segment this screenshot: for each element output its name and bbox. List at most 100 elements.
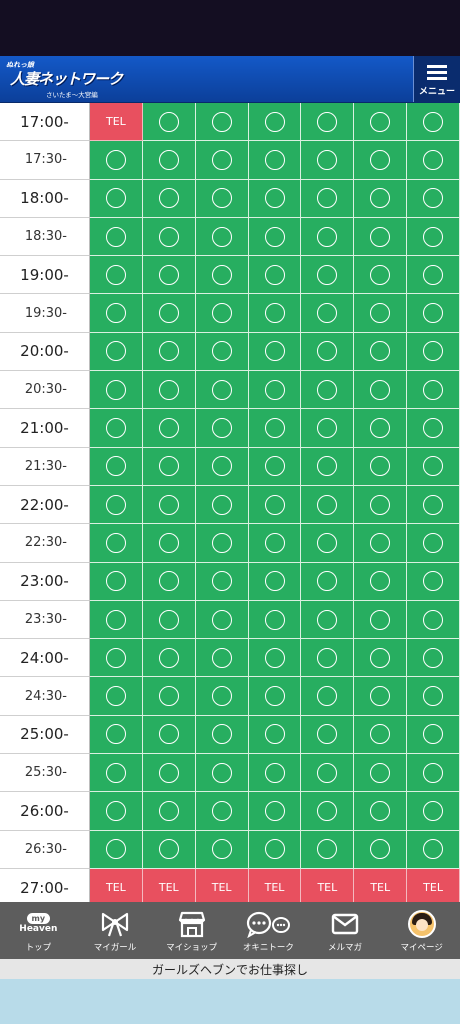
available-slot[interactable] bbox=[90, 639, 143, 678]
available-slot[interactable] bbox=[301, 677, 355, 716]
available-slot[interactable] bbox=[142, 447, 196, 486]
available-slot[interactable] bbox=[301, 409, 355, 448]
available-slot[interactable] bbox=[301, 447, 355, 486]
available-slot[interactable] bbox=[301, 562, 355, 601]
available-slot[interactable] bbox=[142, 524, 196, 563]
available-slot[interactable] bbox=[354, 103, 408, 142]
available-slot[interactable] bbox=[248, 409, 302, 448]
available-slot[interactable] bbox=[407, 141, 460, 180]
available-slot[interactable] bbox=[90, 677, 143, 716]
available-slot[interactable] bbox=[90, 371, 143, 410]
nav-okini-talk[interactable]: オキニトーク bbox=[230, 902, 307, 959]
available-slot[interactable] bbox=[354, 332, 408, 372]
available-slot[interactable] bbox=[142, 792, 196, 831]
site-logo[interactable]: ぬれっ娘 人妻ネットワーク さいたま～大宮編 bbox=[6, 60, 123, 100]
available-slot[interactable] bbox=[142, 677, 196, 716]
available-slot[interactable] bbox=[195, 639, 249, 678]
available-slot[interactable] bbox=[407, 524, 460, 563]
available-slot[interactable] bbox=[354, 562, 408, 601]
available-slot[interactable] bbox=[195, 754, 249, 793]
available-slot[interactable] bbox=[195, 524, 249, 563]
available-slot[interactable] bbox=[354, 447, 408, 486]
available-slot[interactable] bbox=[142, 179, 196, 218]
available-slot[interactable] bbox=[301, 485, 355, 525]
available-slot[interactable] bbox=[195, 715, 249, 755]
available-slot[interactable] bbox=[248, 485, 302, 525]
available-slot[interactable] bbox=[301, 715, 355, 755]
available-slot[interactable] bbox=[354, 524, 408, 563]
available-slot[interactable] bbox=[90, 217, 143, 257]
available-slot[interactable] bbox=[142, 600, 196, 640]
available-slot[interactable] bbox=[354, 256, 408, 295]
available-slot[interactable] bbox=[248, 754, 302, 793]
available-slot[interactable] bbox=[354, 409, 408, 448]
available-slot[interactable] bbox=[248, 256, 302, 295]
available-slot[interactable] bbox=[354, 715, 408, 755]
available-slot[interactable] bbox=[354, 179, 408, 218]
available-slot[interactable] bbox=[301, 332, 355, 372]
available-slot[interactable] bbox=[407, 600, 460, 640]
available-slot[interactable] bbox=[90, 485, 143, 525]
available-slot[interactable] bbox=[90, 792, 143, 831]
available-slot[interactable] bbox=[142, 562, 196, 601]
available-slot[interactable] bbox=[195, 830, 249, 869]
nav-top[interactable]: my Heaven トップ bbox=[0, 902, 77, 959]
available-slot[interactable] bbox=[195, 371, 249, 410]
available-slot[interactable] bbox=[407, 179, 460, 218]
available-slot[interactable] bbox=[248, 792, 302, 831]
nav-my-girl[interactable]: マイガール bbox=[77, 902, 154, 959]
available-slot[interactable] bbox=[407, 217, 460, 257]
available-slot[interactable] bbox=[301, 217, 355, 257]
available-slot[interactable] bbox=[407, 256, 460, 295]
nav-mail-magazine[interactable]: メルマガ bbox=[307, 902, 384, 959]
available-slot[interactable] bbox=[195, 332, 249, 372]
available-slot[interactable] bbox=[248, 715, 302, 755]
available-slot[interactable] bbox=[142, 371, 196, 410]
available-slot[interactable] bbox=[301, 256, 355, 295]
available-slot[interactable] bbox=[90, 715, 143, 755]
available-slot[interactable] bbox=[248, 103, 302, 142]
tel-slot[interactable]: TEL bbox=[90, 103, 143, 142]
available-slot[interactable] bbox=[195, 677, 249, 716]
available-slot[interactable] bbox=[407, 715, 460, 755]
available-slot[interactable] bbox=[248, 141, 302, 180]
available-slot[interactable] bbox=[195, 256, 249, 295]
available-slot[interactable] bbox=[248, 600, 302, 640]
available-slot[interactable] bbox=[195, 294, 249, 333]
available-slot[interactable] bbox=[407, 294, 460, 333]
available-slot[interactable] bbox=[407, 332, 460, 372]
available-slot[interactable] bbox=[354, 792, 408, 831]
available-slot[interactable] bbox=[90, 830, 143, 869]
available-slot[interactable] bbox=[354, 639, 408, 678]
available-slot[interactable] bbox=[354, 371, 408, 410]
available-slot[interactable] bbox=[248, 371, 302, 410]
available-slot[interactable] bbox=[248, 179, 302, 218]
available-slot[interactable] bbox=[195, 562, 249, 601]
available-slot[interactable] bbox=[195, 447, 249, 486]
available-slot[interactable] bbox=[407, 754, 460, 793]
available-slot[interactable] bbox=[142, 715, 196, 755]
available-slot[interactable] bbox=[142, 294, 196, 333]
available-slot[interactable] bbox=[90, 409, 143, 448]
available-slot[interactable] bbox=[142, 217, 196, 257]
available-slot[interactable] bbox=[90, 754, 143, 793]
available-slot[interactable] bbox=[407, 409, 460, 448]
available-slot[interactable] bbox=[90, 562, 143, 601]
available-slot[interactable] bbox=[407, 792, 460, 831]
available-slot[interactable] bbox=[90, 600, 143, 640]
available-slot[interactable] bbox=[354, 485, 408, 525]
nav-my-page[interactable]: マイページ bbox=[383, 902, 460, 959]
available-slot[interactable] bbox=[354, 600, 408, 640]
available-slot[interactable] bbox=[248, 830, 302, 869]
available-slot[interactable] bbox=[142, 332, 196, 372]
available-slot[interactable] bbox=[354, 677, 408, 716]
available-slot[interactable] bbox=[248, 562, 302, 601]
available-slot[interactable] bbox=[90, 179, 143, 218]
available-slot[interactable] bbox=[407, 485, 460, 525]
available-slot[interactable] bbox=[301, 179, 355, 218]
available-slot[interactable] bbox=[301, 600, 355, 640]
menu-button[interactable]: メニュー bbox=[413, 56, 460, 102]
available-slot[interactable] bbox=[142, 409, 196, 448]
available-slot[interactable] bbox=[301, 141, 355, 180]
available-slot[interactable] bbox=[354, 294, 408, 333]
